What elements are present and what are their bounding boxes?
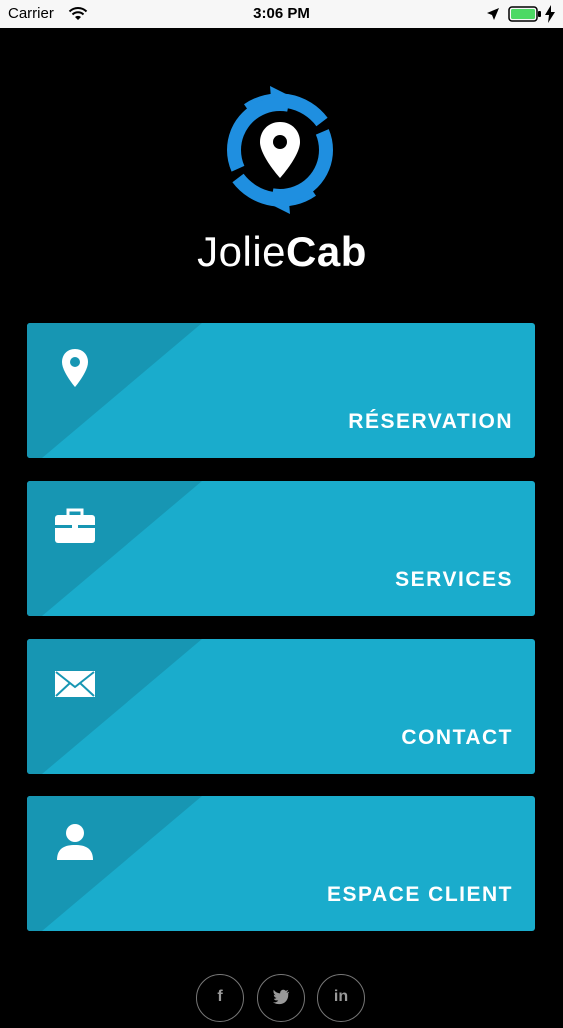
- linkedin-button[interactable]: in: [317, 974, 365, 1022]
- user-icon: [57, 824, 93, 860]
- reservation-label: RÉSERVATION: [348, 410, 513, 433]
- brand-name-bold: Cab: [286, 228, 367, 275]
- brand-name-light: Jolie: [197, 228, 287, 275]
- tile-diagonal-decoration: [27, 796, 202, 931]
- reservation-button[interactable]: RÉSERVATION: [27, 323, 535, 458]
- clock: 3:06 PM: [253, 5, 310, 22]
- social-links: f in: [196, 968, 368, 1028]
- services-button[interactable]: SERVICES: [27, 481, 535, 616]
- linkedin-icon: in: [333, 988, 349, 1005]
- status-bar: Carrier 3:06 PM: [0, 0, 563, 28]
- location-pin-icon: [62, 349, 88, 387]
- twitter-icon: [272, 989, 290, 1005]
- briefcase-icon: [55, 508, 95, 543]
- tile-diagonal-decoration: [27, 481, 202, 616]
- location-arrow-icon: [487, 8, 499, 20]
- battery-icon: [508, 6, 541, 22]
- contact-button[interactable]: CONTACT: [27, 639, 535, 774]
- brand-name: JolieCab: [190, 228, 374, 276]
- charging-icon: [545, 5, 555, 23]
- espace-client-button[interactable]: ESPACE CLIENT: [27, 796, 535, 931]
- tile-diagonal-decoration: [27, 323, 202, 458]
- contact-label: CONTACT: [401, 726, 513, 749]
- facebook-button[interactable]: f: [196, 974, 244, 1022]
- espace-client-label: ESPACE CLIENT: [327, 883, 513, 906]
- logo-mark-icon: [227, 86, 333, 214]
- envelope-icon: [55, 671, 95, 697]
- twitter-button[interactable]: [257, 974, 305, 1022]
- tile-diagonal-decoration: [27, 639, 202, 774]
- facebook-icon: f: [217, 988, 223, 1005]
- services-label: SERVICES: [395, 568, 513, 591]
- app-logo: JolieCab: [190, 80, 374, 275]
